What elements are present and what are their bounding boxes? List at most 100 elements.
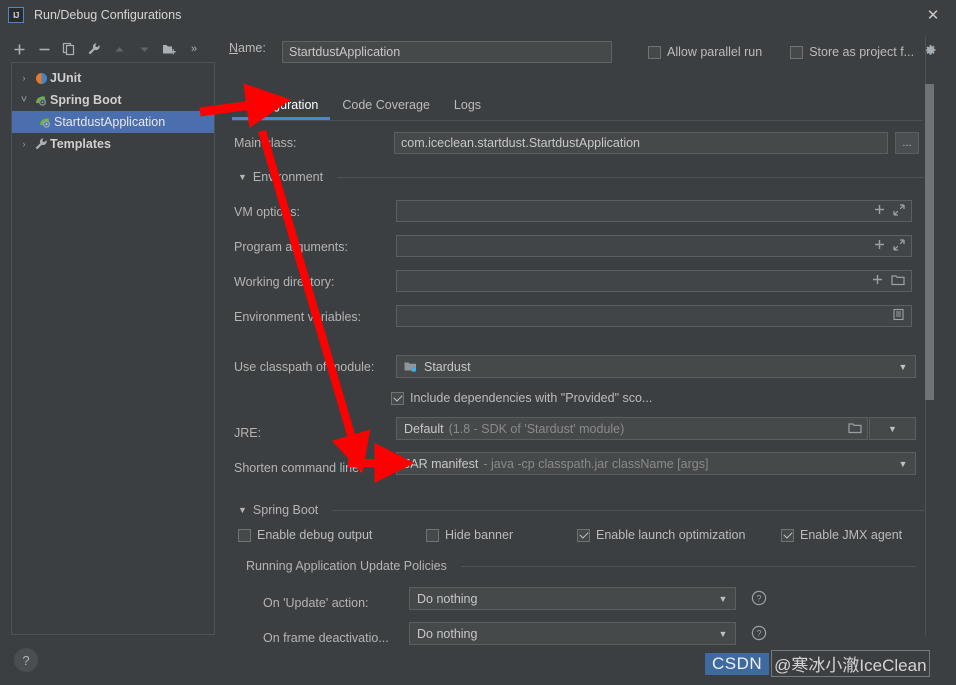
shorten-command-line-label: Shorten command line: <box>234 461 363 475</box>
wrench-icon[interactable] <box>83 38 105 60</box>
plus-icon[interactable] <box>874 204 885 218</box>
run-debug-configurations-dialog: IJ Run/Debug Configurations ✕ » › JUnit … <box>0 0 956 685</box>
window-title: Run/Debug Configurations <box>34 8 182 22</box>
program-arguments-input[interactable] <box>396 235 912 257</box>
environment-section-label: Environment <box>252 170 324 184</box>
environment-variables-input[interactable] <box>396 305 912 327</box>
on-frame-deactivation-help-icon[interactable]: ? <box>751 625 767 644</box>
watermark-badge: CSDN <box>705 652 770 675</box>
folder-icon[interactable] <box>847 422 863 436</box>
checkbox-box[interactable] <box>238 528 251 542</box>
hide-banner-checkbox[interactable]: Hide banner <box>426 528 513 542</box>
tab-logs[interactable]: Logs <box>442 94 493 120</box>
add-configuration-button[interactable] <box>8 38 30 60</box>
shorten-command-line-dropdown[interactable]: JAR manifest - java -cp classpath.jar cl… <box>396 452 916 475</box>
svg-text:?: ? <box>756 594 761 604</box>
vm-options-label: VM options: <box>234 205 301 219</box>
checkbox-box[interactable] <box>781 528 794 542</box>
tree-item-templates[interactable]: › Templates <box>12 133 214 155</box>
spring-boot-icon <box>32 94 50 107</box>
chevron-down-icon[interactable]: ▼ <box>895 362 911 372</box>
on-frame-deactivation-label: On frame deactivatio... <box>263 631 389 645</box>
spring-boot-icon <box>36 116 54 129</box>
name-input[interactable]: StartdustApplication <box>282 41 612 63</box>
shorten-command-line-hint: - java -cp classpath.jar className [args… <box>483 456 709 471</box>
checkbox-box[interactable] <box>391 391 404 405</box>
configuration-tree-toolbar: » <box>8 36 218 62</box>
jre-dropdown[interactable]: Default (1.8 - SDK of 'Stardust' module) <box>396 417 868 440</box>
expand-icon[interactable] <box>893 238 905 254</box>
remove-configuration-button[interactable] <box>33 38 55 60</box>
on-update-action-help-icon[interactable]: ? <box>751 590 767 609</box>
logo-text: IJ <box>13 10 19 20</box>
spring-boot-section-header[interactable]: ▼ Spring Boot <box>238 503 924 517</box>
triangle-down-icon[interactable]: ▼ <box>238 505 247 515</box>
main-class-input[interactable]: com.iceclean.startdust.StartdustApplicat… <box>394 132 888 154</box>
configuration-tabs: Configuration Code Coverage Logs <box>232 94 493 120</box>
working-directory-label: Working directory: <box>234 275 335 289</box>
on-frame-deactivation-dropdown[interactable]: Do nothing ▼ <box>409 622 736 645</box>
folder-add-icon[interactable] <box>158 38 180 60</box>
chevron-down-icon[interactable]: ▼ <box>715 629 731 639</box>
chevron-down-icon[interactable]: ▼ <box>895 459 911 469</box>
arrow-down-icon <box>133 38 155 60</box>
tree-item-junit[interactable]: › JUnit <box>12 67 214 89</box>
gear-icon[interactable] <box>924 44 937 60</box>
plus-icon[interactable] <box>874 239 885 253</box>
plus-icon[interactable] <box>872 274 883 288</box>
jre-dropdown-arrow[interactable]: ▼ <box>869 417 916 440</box>
close-icon[interactable]: ✕ <box>910 0 956 30</box>
update-policies-header: Running Application Update Policies <box>246 559 916 573</box>
enable-launch-optimization-checkbox[interactable]: Enable launch optimization <box>577 528 745 542</box>
allow-parallel-run-checkbox[interactable]: Allow parallel run <box>648 45 762 59</box>
scrollbar-thumb[interactable] <box>925 84 934 400</box>
main-class-label: Main class: <box>234 136 297 150</box>
enable-debug-output-label: Enable debug output <box>257 528 373 542</box>
vm-options-input[interactable] <box>396 200 912 222</box>
list-icon[interactable] <box>892 308 905 324</box>
checkbox-box[interactable] <box>577 528 590 542</box>
use-classpath-dropdown[interactable]: Stardust ▼ <box>396 355 916 378</box>
working-directory-input[interactable] <box>396 270 912 292</box>
enable-debug-output-checkbox[interactable]: Enable debug output <box>238 528 372 542</box>
chevron-right-icon[interactable]: › <box>16 73 32 83</box>
name-label-text: ame: <box>238 41 266 55</box>
section-rule <box>460 565 916 567</box>
allow-parallel-run-label: Allow parallel run <box>667 45 763 59</box>
chevron-right-icon[interactable]: › <box>16 139 32 149</box>
checkbox-box[interactable] <box>790 45 804 59</box>
tab-configuration[interactable]: Configuration <box>232 94 331 120</box>
configuration-tree[interactable]: › JUnit ˅ Spring Boot StartdustApplicati… <box>11 62 215 635</box>
section-rule <box>337 176 924 178</box>
checkbox-box[interactable] <box>648 45 661 59</box>
copy-configuration-button[interactable] <box>58 38 80 60</box>
enable-jmx-agent-checkbox[interactable]: Enable JMX agent <box>781 528 902 542</box>
store-as-project-file-checkbox[interactable]: Store as project f... <box>790 44 937 60</box>
tree-item-startdustapplication[interactable]: StartdustApplication <box>12 111 214 133</box>
shorten-command-line-value: JAR manifest <box>404 456 479 471</box>
triangle-down-icon[interactable]: ▼ <box>238 172 247 182</box>
tab-code-coverage[interactable]: Code Coverage <box>330 94 442 120</box>
enable-launch-optimization-label: Enable launch optimization <box>596 528 746 542</box>
tree-item-spring-boot[interactable]: ˅ Spring Boot <box>12 89 214 111</box>
include-provided-dependencies-checkbox[interactable]: Include dependencies with "Provided" sco… <box>391 391 652 405</box>
expand-icon[interactable] <box>893 203 905 219</box>
chevron-down-icon[interactable]: ▼ <box>888 424 897 434</box>
on-update-action-label: On 'Update' action: <box>263 596 369 610</box>
checkbox-box[interactable] <box>426 528 439 542</box>
enable-jmx-agent-label: Enable JMX agent <box>800 528 903 542</box>
include-provided-dependencies-label: Include dependencies with "Provided" sco… <box>410 391 653 405</box>
junit-icon <box>32 72 50 85</box>
on-update-action-dropdown[interactable]: Do nothing ▼ <box>409 587 736 610</box>
help-button[interactable]: ? <box>14 648 38 672</box>
folder-icon[interactable] <box>891 274 905 289</box>
hide-banner-label: Hide banner <box>445 528 514 542</box>
environment-section-header[interactable]: ▼ Environment <box>238 170 924 184</box>
chevron-down-icon[interactable]: ˅ <box>16 94 32 106</box>
chevron-double-right-icon[interactable]: » <box>183 38 205 60</box>
main-class-browse-button[interactable]: ... <box>895 132 919 154</box>
use-classpath-value: Stardust <box>424 359 471 374</box>
watermark: CSDN @寒冰小澈IceClean <box>705 650 930 677</box>
chevron-down-icon[interactable]: ▼ <box>715 594 731 604</box>
tree-item-label: Spring Boot <box>50 93 122 107</box>
